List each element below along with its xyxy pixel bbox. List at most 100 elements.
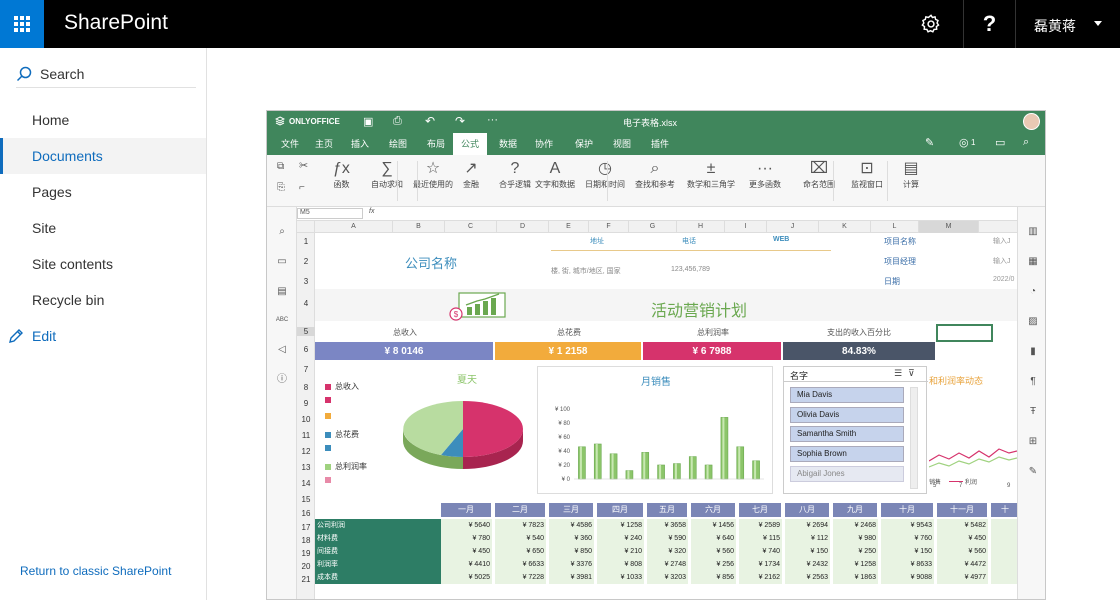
save-icon[interactable]: ▣ <box>363 115 373 128</box>
multiselect-icon[interactable]: ☰ <box>894 368 902 379</box>
table-cell[interactable]: ¥ 3376 <box>549 558 595 571</box>
column-header[interactable]: M <box>919 221 979 233</box>
slicer-item[interactable]: Olivia Davis <box>790 407 904 423</box>
table-cell[interactable]: ¥ 2432 <box>785 558 831 571</box>
table-cell[interactable]: ¥ 650 <box>495 545 547 558</box>
row-header[interactable]: 4 <box>297 299 315 308</box>
users-icon[interactable]: ◎ <box>959 136 969 149</box>
table-cell[interactable]: ¥ 640 <box>691 532 737 545</box>
row-header[interactable]: 18 <box>297 536 315 545</box>
row-header[interactable]: 20 <box>297 562 315 571</box>
pencil-icon[interactable]: ✎ <box>925 136 934 149</box>
print-icon[interactable]: ⎙ <box>393 115 402 128</box>
table-cell[interactable]: ¥ 856 <box>691 571 737 584</box>
menu-tab[interactable]: 文件 <box>277 133 303 155</box>
nav-item-home[interactable]: Home <box>0 102 206 138</box>
column-header[interactable]: J <box>767 221 819 233</box>
row-header[interactable]: 17 <box>297 523 315 532</box>
nav-item-recycle-bin[interactable]: Recycle bin <box>0 282 206 318</box>
table-cell[interactable]: ¥ 2589 <box>739 519 783 532</box>
shape-icon[interactable]: ◔ <box>1026 285 1040 299</box>
selected-cell-m5[interactable] <box>936 324 993 342</box>
table-cell[interactable]: ¥ 590 <box>647 532 689 545</box>
info-icon[interactable]: ⓘ <box>275 373 289 387</box>
table-cell[interactable]: ¥ 360 <box>549 532 595 545</box>
table-cell[interactable]: ¥ 3658 <box>647 519 689 532</box>
cut-icon[interactable]: ✂ <box>299 159 308 172</box>
image-icon[interactable]: ▨ <box>1026 315 1040 329</box>
table-cell[interactable]: ¥ 450 <box>441 545 493 558</box>
table-cell[interactable]: ¥ 150 <box>881 545 935 558</box>
menu-tab[interactable]: 绘图 <box>385 133 411 155</box>
row-header[interactable]: 9 <box>297 399 315 408</box>
table-cell[interactable]: ¥ 2748 <box>647 558 689 571</box>
user-name[interactable]: 磊黄蒋 <box>1034 16 1076 36</box>
column-header[interactable]: K <box>819 221 871 233</box>
return-classic-link[interactable]: Return to classic SharePoint <box>20 564 171 578</box>
table-cell[interactable]: ¥ 7823 <box>495 519 547 532</box>
toolbar-button[interactable]: ⌕ 查找和参考 <box>635 159 675 190</box>
row-header[interactable]: 15 <box>297 495 315 504</box>
column-header[interactable]: C <box>445 221 497 233</box>
toolbar-button[interactable]: ☆ 最近使用的 <box>413 159 453 190</box>
brand-title[interactable]: SharePoint <box>64 11 168 35</box>
table-cell[interactable]: ¥ 980 <box>833 532 879 545</box>
more-icon[interactable]: ··· <box>487 114 498 126</box>
table-cell[interactable]: ¥ 808 <box>597 558 645 571</box>
column-header[interactable]: E <box>549 221 589 233</box>
column-header[interactable]: G <box>629 221 677 233</box>
row-header[interactable]: 13 <box>297 463 315 472</box>
column-header[interactable]: H <box>677 221 725 233</box>
select-all-corner[interactable] <box>297 221 315 233</box>
column-header[interactable]: B <box>393 221 445 233</box>
nav-item-site-contents[interactable]: Site contents <box>0 246 206 282</box>
chevron-down-icon[interactable] <box>1094 21 1102 26</box>
menu-tab[interactable]: 主页 <box>311 133 337 155</box>
table-icon[interactable]: ▦ <box>1026 255 1040 269</box>
toolbar-button[interactable]: ∑ 自动求和 <box>371 159 403 190</box>
table-cell[interactable]: ¥ 4410 <box>441 558 493 571</box>
search-icon[interactable]: ⌕ <box>275 225 289 239</box>
table-cell[interactable] <box>991 532 1017 545</box>
table-cell[interactable]: ¥ 112 <box>785 532 831 545</box>
row-header[interactable]: 11 <box>297 431 315 440</box>
table-cell[interactable]: ¥ 5482 <box>937 519 989 532</box>
toolbar-button[interactable]: ◷ 日期和时间 <box>585 159 625 190</box>
fx-label[interactable]: fx <box>369 208 374 215</box>
row-header[interactable]: 2 <box>297 257 315 266</box>
format-painter-icon[interactable]: ⌐ <box>299 182 305 193</box>
slicer-item[interactable]: Abigail Jones <box>790 466 904 482</box>
column-header[interactable]: I <box>725 221 767 233</box>
table-cell[interactable]: ¥ 1033 <box>597 571 645 584</box>
row-header[interactable]: 12 <box>297 447 315 456</box>
menu-tab[interactable]: 协作 <box>531 133 557 155</box>
spellcheck-icon[interactable]: ABC <box>275 313 289 327</box>
app-launcher-button[interactable] <box>0 0 44 48</box>
redo-icon[interactable]: ↷ <box>455 114 465 128</box>
toolbar-button[interactable]: ↗ 金融 <box>463 159 479 190</box>
table-cell[interactable]: ¥ 1863 <box>833 571 879 584</box>
name-slicer[interactable]: 名字 ☰ ⊽ Mia Davis Olivia Davis Samantha S… <box>783 366 928 494</box>
column-header[interactable]: D <box>497 221 549 233</box>
pivot-icon[interactable]: ⊞ <box>1026 435 1040 449</box>
table-cell[interactable]: ¥ 450 <box>937 532 989 545</box>
table-cell[interactable]: ¥ 740 <box>739 545 783 558</box>
cell-settings-icon[interactable]: ▥ <box>1026 225 1040 239</box>
table-cell[interactable]: ¥ 4586 <box>549 519 595 532</box>
copy-icon[interactable]: ⧉ <box>277 161 284 172</box>
paragraph-icon[interactable]: ¶ <box>1026 375 1040 389</box>
menu-tab[interactable]: 视图 <box>609 133 635 155</box>
worksheet[interactable]: 公司名称 地址 电话 WEB 楼, 街, 城市/地区, 国家 123,456,7… <box>315 233 1017 599</box>
edit-nav-button[interactable]: Edit <box>8 328 56 344</box>
row-header[interactable]: 14 <box>297 479 315 488</box>
row-header[interactable]: 10 <box>297 415 315 424</box>
name-box[interactable]: M5 <box>297 208 363 219</box>
table-cell[interactable]: ¥ 256 <box>691 558 737 571</box>
table-cell[interactable]: ¥ 2694 <box>785 519 831 532</box>
table-cell[interactable] <box>991 519 1017 532</box>
menu-tab[interactable]: 插入 <box>347 133 373 155</box>
toolbar-button[interactable]: ⌧ 命名范围 <box>803 159 835 190</box>
table-cell[interactable]: ¥ 2162 <box>739 571 783 584</box>
table-cell[interactable]: ¥ 1258 <box>597 519 645 532</box>
table-cell[interactable]: ¥ 6633 <box>495 558 547 571</box>
